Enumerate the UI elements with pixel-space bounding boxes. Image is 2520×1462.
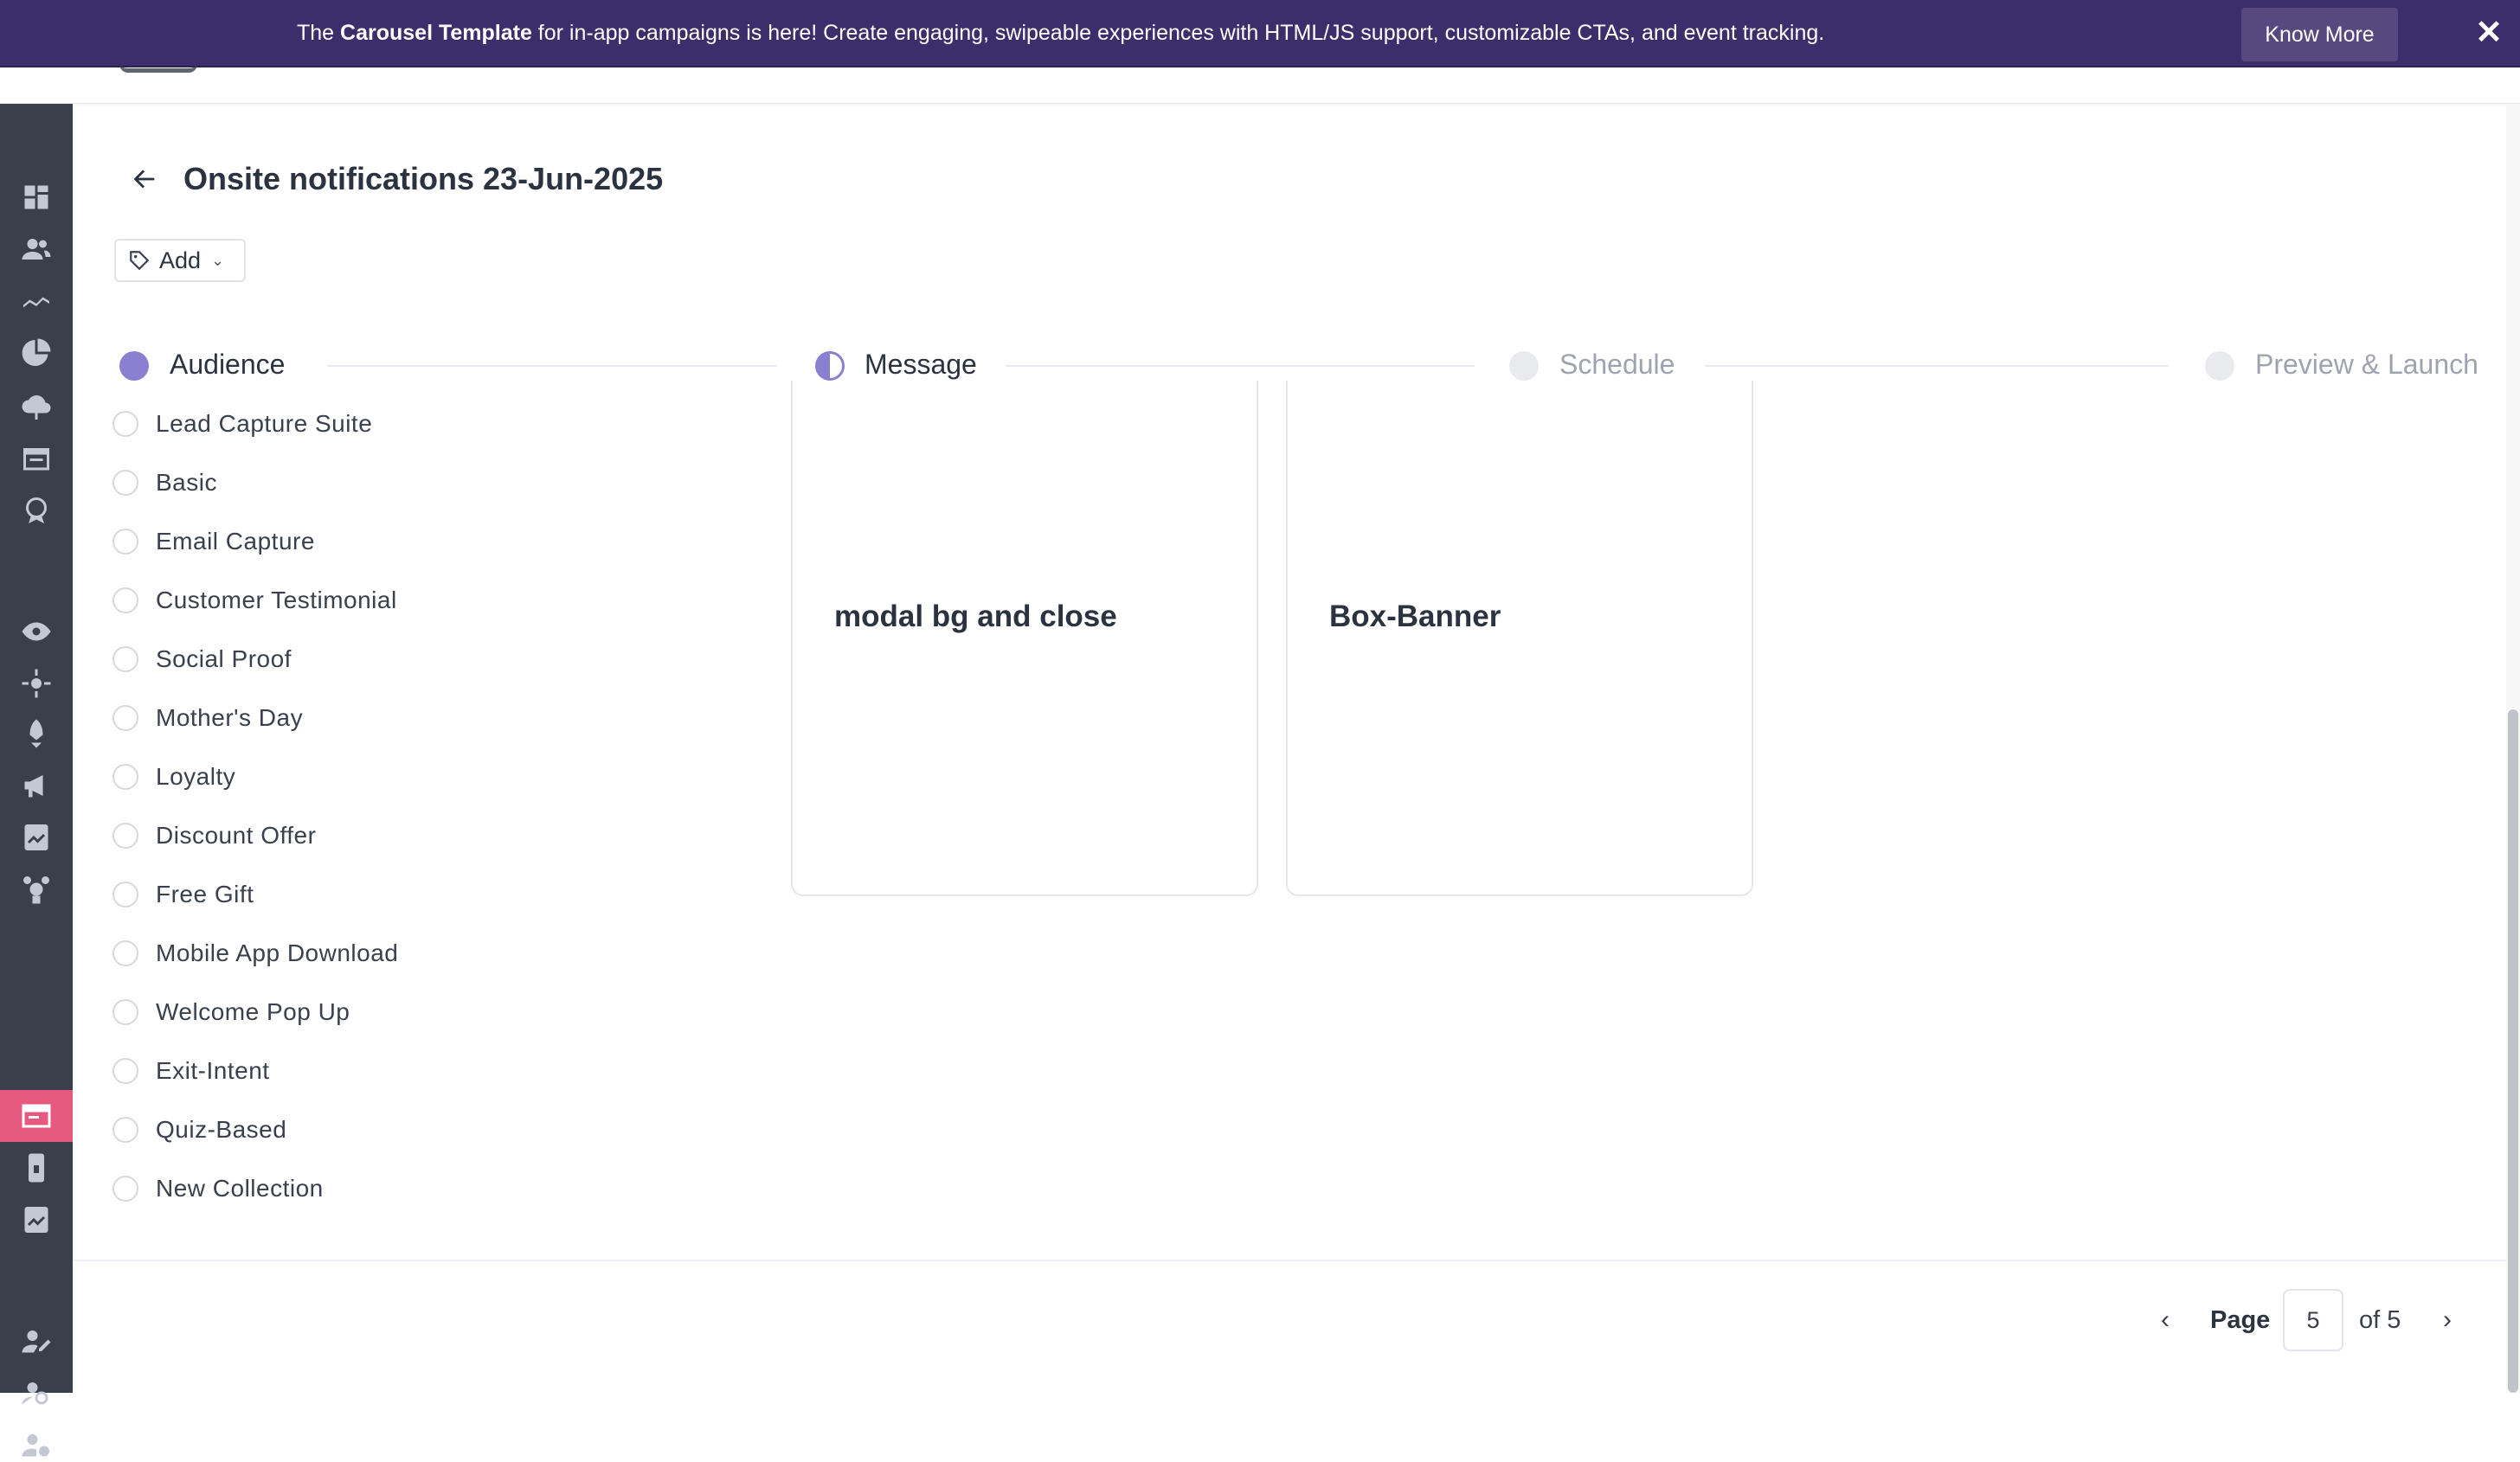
category-item[interactable]: New Collection [112,1171,324,1206]
step-pending-icon [1509,351,1539,381]
reports-icon[interactable] [19,820,54,855]
template-card-title: modal bg and close [834,600,1117,633]
category-item[interactable]: Social Proof [112,642,292,676]
category-item[interactable]: Quiz-Based [112,1113,286,1147]
step-in-progress-icon [815,351,845,381]
cloud-upload-icon[interactable] [19,389,54,424]
category-label: Quiz-Based [156,1116,287,1143]
user-settings-icon[interactable] [19,1427,54,1462]
radio-button[interactable] [112,1058,138,1084]
top-header [0,67,2520,104]
user-edit-icon[interactable] [19,1324,54,1358]
category-label: Basic [156,469,217,496]
onsite-notifications-icon[interactable] [19,1099,54,1133]
radio-button[interactable] [112,823,138,849]
step-schedule[interactable]: Schedule [1559,349,1675,381]
banner-highlight[interactable]: Carousel Template [340,21,532,45]
users-icon[interactable] [19,232,54,266]
dashboard-icon[interactable] [19,180,54,215]
radio-button[interactable] [112,764,138,790]
category-label: Exit-Intent [156,1057,270,1084]
banner-prefix: The [297,21,341,45]
footer-divider [73,1260,2520,1261]
page-label: Page [2210,1306,2271,1334]
announcement-banner: The Carousel Template for in-app campaig… [0,0,2520,67]
page-number-input[interactable]: 5 [2283,1289,2343,1351]
category-item[interactable]: Customer Testimonial [112,583,397,618]
page-title: Onsite notifications 23-Jun-2025 [183,161,664,196]
catalog-icon[interactable] [19,441,54,476]
rocket-icon[interactable] [19,716,54,751]
step-preview-launch[interactable]: Preview & Launch [2255,349,2478,381]
know-more-button[interactable]: Know More [2241,8,2398,61]
step-connector [327,365,777,367]
category-item[interactable]: Lead Capture Suite [112,407,372,441]
category-label: Lead Capture Suite [156,410,373,437]
category-item[interactable]: Mobile App Download [112,936,398,971]
category-label: Mobile App Download [156,939,399,966]
category-item[interactable]: Email Capture [112,524,315,559]
step-audience[interactable]: Audience [170,349,285,381]
radio-button[interactable] [112,999,138,1025]
page-total: of 5 [2359,1306,2401,1334]
mobile-icon[interactable] [19,1151,54,1185]
step-connector [1705,365,2169,367]
banner-text: The Carousel Template for in-app campaig… [297,21,1824,46]
category-label: Social Proof [156,645,292,672]
category-item[interactable]: Exit-Intent [112,1054,270,1088]
scrollbar-thumb[interactable] [2508,709,2518,1393]
radio-button[interactable] [112,646,138,672]
template-card[interactable]: modal bg and close [791,381,1258,896]
radio-button[interactable] [112,529,138,555]
logo [119,64,197,73]
category-item[interactable]: Loyalty [112,760,235,794]
add-tag-label: Add [159,247,202,273]
radio-button[interactable] [112,1117,138,1143]
add-tag-button[interactable]: Add ⌄ [114,239,246,282]
category-item[interactable]: Welcome Pop Up [112,995,350,1029]
step-complete-icon [119,351,149,381]
category-item[interactable]: Free Gift [112,877,254,912]
close-icon[interactable]: ✕ [2472,16,2506,50]
radio-button[interactable] [112,470,138,496]
category-label: Discount Offer [156,822,317,849]
insights-icon[interactable] [19,1202,54,1237]
template-card-title: Box-Banner [1329,600,1501,633]
pie-chart-icon[interactable] [19,336,54,370]
category-label: Email Capture [156,528,315,555]
step-connector [1006,365,1475,367]
category-label: Loyalty [156,763,236,790]
category-item[interactable]: Discount Offer [112,818,316,853]
radio-button[interactable] [112,411,138,437]
eye-icon[interactable] [19,614,54,649]
template-card[interactable]: Box-Banner [1286,381,1753,896]
step-message[interactable]: Message [865,349,977,381]
user-search-icon[interactable] [19,1375,54,1410]
radio-button[interactable] [112,587,138,613]
chevron-left-icon[interactable]: ‹ [2150,1305,2181,1336]
category-item[interactable]: Basic [112,465,217,500]
integrations-icon[interactable] [19,872,54,907]
chevron-right-icon[interactable]: › [2432,1305,2463,1336]
category-label: Free Gift [156,881,254,907]
chevron-down-icon: ⌄ [211,251,225,269]
category-item[interactable]: Mother's Day [112,701,303,735]
sparkle-icon[interactable] [19,666,54,701]
sidebar [0,104,73,1457]
radio-button[interactable] [112,1176,138,1202]
back-arrow-icon[interactable] [130,164,166,199]
category-label: Mother's Day [156,704,304,731]
megaphone-icon[interactable] [19,768,54,803]
radio-button[interactable] [112,882,138,907]
analytics-line-icon[interactable] [19,284,54,318]
category-label: Welcome Pop Up [156,998,350,1025]
step-pending-icon [2205,351,2234,381]
tag-icon [130,251,150,271]
category-label: Customer Testimonial [156,587,397,613]
banner-suffix: for in-app campaigns is here! Create eng… [531,21,1825,45]
badge-icon[interactable] [19,493,54,528]
category-label: New Collection [156,1175,324,1202]
radio-button[interactable] [112,705,138,731]
radio-button[interactable] [112,940,138,966]
